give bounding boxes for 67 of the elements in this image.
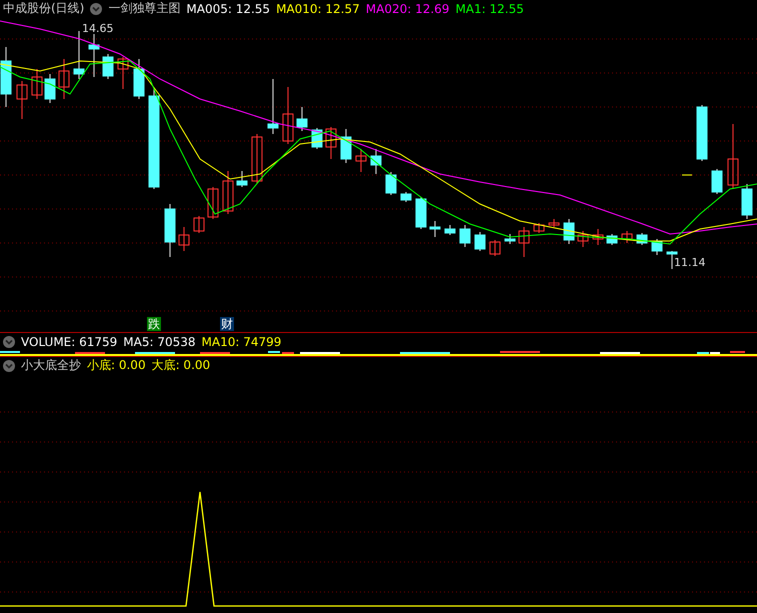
candlestick bbox=[622, 230, 632, 244]
candlestick bbox=[430, 220, 440, 238]
candlestick bbox=[564, 218, 574, 244]
candlestick bbox=[460, 224, 470, 248]
candlestick bbox=[474, 232, 486, 252]
candlestick bbox=[340, 128, 352, 164]
candlestick bbox=[58, 58, 70, 100]
candlestick bbox=[44, 74, 56, 104]
candlestick bbox=[712, 168, 722, 194]
legend-value: 小底: 0.00 bbox=[87, 357, 146, 374]
candlestick bbox=[578, 230, 588, 248]
candlestick bbox=[490, 240, 500, 256]
candlestick bbox=[356, 148, 366, 172]
dropdown-icon[interactable] bbox=[90, 2, 102, 14]
dropdown-icon[interactable] bbox=[3, 336, 15, 348]
price-tick bbox=[682, 174, 692, 176]
price-label: 11.14 bbox=[674, 256, 706, 269]
candlestick bbox=[606, 234, 618, 246]
candlestick bbox=[102, 54, 114, 80]
candlestick bbox=[268, 78, 278, 134]
candlestick bbox=[548, 218, 560, 228]
legend-value: MA010: 12.57 bbox=[276, 2, 360, 16]
legend-value: 大底: 0.00 bbox=[152, 357, 210, 374]
legend-value: MA10: 74799 bbox=[202, 334, 282, 348]
candlestick bbox=[728, 124, 738, 190]
stock-title: 中成股份(日线) bbox=[3, 0, 84, 17]
candlestick bbox=[164, 204, 176, 258]
candlestick bbox=[326, 126, 336, 160]
candlestick bbox=[118, 56, 128, 90]
legend-value: VOLUME: 61759 bbox=[21, 334, 118, 348]
legend-value: MA5: 70538 bbox=[123, 334, 196, 348]
candlestick bbox=[88, 34, 100, 78]
candlestick bbox=[386, 172, 396, 196]
candlestick bbox=[742, 184, 752, 220]
indicator-name: 一剑独尊主图 bbox=[108, 0, 180, 17]
legend-value: MA005: 12.55 bbox=[186, 2, 270, 16]
candlestick bbox=[400, 192, 412, 202]
candlestick bbox=[444, 224, 456, 236]
candlestick bbox=[194, 216, 204, 234]
candlestick bbox=[236, 170, 248, 188]
candlestick bbox=[504, 234, 516, 244]
event-marker[interactable]: 财 bbox=[220, 317, 234, 331]
candlestick bbox=[696, 104, 708, 162]
indicator-title: 小大底全抄 bbox=[21, 357, 81, 374]
candlestick bbox=[32, 68, 42, 100]
candlestick bbox=[370, 148, 382, 174]
candlestick bbox=[222, 170, 234, 214]
price-label: 14.65 bbox=[82, 22, 114, 35]
candlestick bbox=[534, 222, 544, 234]
candlestick bbox=[592, 228, 604, 246]
candlestick bbox=[74, 30, 84, 80]
candlestick bbox=[652, 238, 662, 256]
legend-value: MA1: 12.55 bbox=[455, 2, 524, 16]
candlestick bbox=[208, 186, 218, 220]
candlestick bbox=[416, 196, 426, 230]
candlestick bbox=[636, 232, 648, 246]
dropdown-icon[interactable] bbox=[3, 360, 15, 372]
candlestick bbox=[0, 46, 12, 108]
candlestick bbox=[134, 58, 144, 100]
candlestick bbox=[296, 106, 308, 132]
candlestick bbox=[252, 134, 262, 184]
candlestick bbox=[178, 226, 190, 252]
legend-value: MA020: 12.69 bbox=[366, 2, 450, 16]
candlestick bbox=[16, 80, 28, 120]
candlestick bbox=[282, 86, 294, 144]
event-marker[interactable]: 跌 bbox=[147, 317, 161, 331]
candlestick bbox=[518, 226, 530, 258]
